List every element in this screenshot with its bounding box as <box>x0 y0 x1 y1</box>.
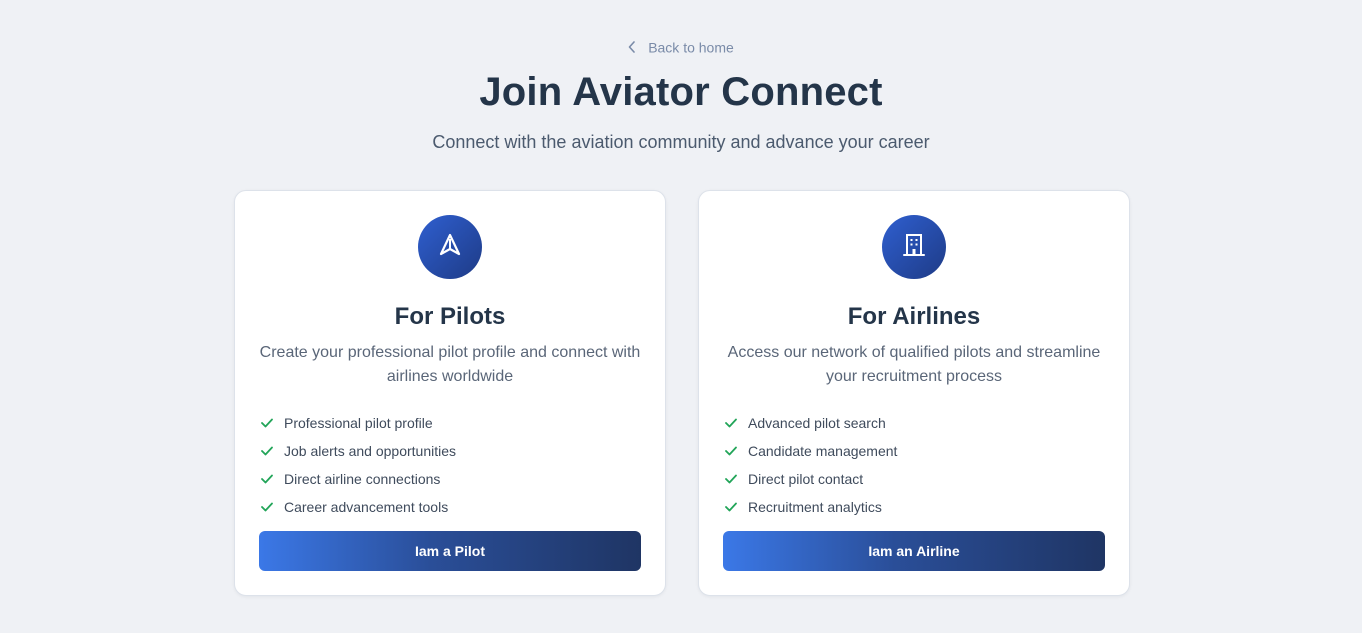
airlines-card-description: Access our network of qualified pilots a… <box>727 344 1101 385</box>
airlines-card-title: For Airlines <box>847 303 981 330</box>
airlines-card: For Airlines Access our network of quali… <box>698 190 1130 596</box>
pilots-card-title: For Pilots <box>394 303 506 330</box>
feature-label: Professional pilot profile <box>284 415 433 431</box>
back-to-home-link[interactable]: Back to home <box>0 38 1362 55</box>
feature-label: Direct pilot contact <box>748 471 864 487</box>
feature-label: Recruitment analytics <box>748 499 882 515</box>
pilots-card-description: Create your professional pilot profile a… <box>259 344 641 385</box>
feature-label: Advanced pilot search <box>748 415 886 431</box>
feature-item: Career advancement tools <box>261 493 456 521</box>
feature-item: Advanced pilot search <box>725 409 897 437</box>
check-icon <box>261 415 275 431</box>
feature-item: Recruitment analytics <box>725 493 897 521</box>
feature-item: Professional pilot profile <box>261 409 456 437</box>
feature-item: Direct airline connections <box>261 465 456 493</box>
feature-item: Candidate management <box>725 437 897 465</box>
check-icon <box>725 415 739 431</box>
chevron-left-icon <box>628 41 636 54</box>
pilot-signup-button[interactable]: Iam a Pilot <box>259 531 641 571</box>
feature-label: Job alerts and opportunities <box>284 443 456 459</box>
feature-label: Career advancement tools <box>284 499 449 515</box>
airlines-feature-list: Advanced pilot search Candidate manageme… <box>725 409 897 521</box>
join-page: Back to home Join Aviator Connect Connec… <box>0 0 1362 633</box>
check-icon <box>725 499 739 515</box>
back-to-home-label: Back to home <box>648 39 734 56</box>
feature-item: Job alerts and opportunities <box>261 437 456 465</box>
pilots-card: For Pilots Create your professional pilo… <box>234 190 666 596</box>
airline-badge <box>882 215 946 279</box>
feature-label: Candidate management <box>748 443 898 459</box>
page-subtitle: Connect with the aviation community and … <box>432 132 930 152</box>
pilot-badge <box>418 215 482 279</box>
check-icon <box>261 499 275 515</box>
check-icon <box>261 471 275 487</box>
check-icon <box>725 471 739 487</box>
navigation-icon <box>436 231 464 264</box>
check-icon <box>725 443 739 459</box>
page-title: Join Aviator Connect <box>479 70 883 114</box>
pilots-feature-list: Professional pilot profile Job alerts an… <box>261 409 456 521</box>
feature-item: Direct pilot contact <box>725 465 897 493</box>
check-icon <box>261 443 275 459</box>
feature-label: Direct airline connections <box>284 471 441 487</box>
airline-signup-button[interactable]: Iam an Airline <box>723 531 1105 571</box>
building-icon <box>900 231 928 264</box>
